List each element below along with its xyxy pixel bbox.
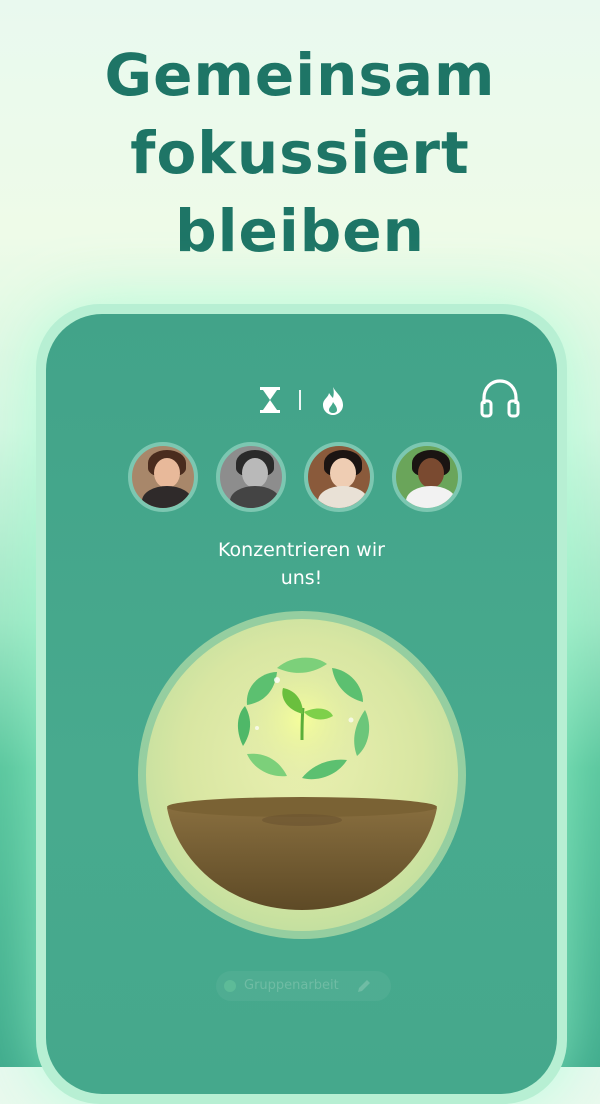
- avatar[interactable]: [304, 442, 374, 512]
- headline-line-3: bleiben: [175, 197, 425, 265]
- hourglass-icon[interactable]: [258, 386, 282, 414]
- tag-color-dot: [224, 980, 236, 992]
- separator: [299, 390, 301, 410]
- pencil-icon[interactable]: [356, 978, 372, 994]
- status-message: Konzentrieren wir uns!: [46, 536, 557, 592]
- headline-line-1: Gemeinsam: [104, 41, 496, 109]
- flame-icon[interactable]: [320, 386, 346, 416]
- plant-illustration: [138, 611, 466, 939]
- top-bar: [46, 314, 557, 424]
- headphones-icon[interactable]: [479, 378, 521, 418]
- status-line-1: Konzentrieren wir: [218, 539, 385, 561]
- status-line-2: uns!: [280, 567, 323, 589]
- tag-label: Gruppenarbeit: [244, 978, 339, 993]
- avatar[interactable]: [216, 442, 286, 512]
- avatar[interactable]: [128, 442, 198, 512]
- participant-avatars: [128, 442, 478, 514]
- headline-line-2: fokussiert: [130, 119, 470, 187]
- avatar[interactable]: [392, 442, 462, 512]
- tag-pill[interactable]: Gruppenarbeit: [216, 971, 391, 1001]
- app-screen: Konzentrieren wir uns! Gruppenarbeit: [46, 314, 557, 1094]
- headline: Gemeinsam fokussiert bleiben: [0, 36, 600, 270]
